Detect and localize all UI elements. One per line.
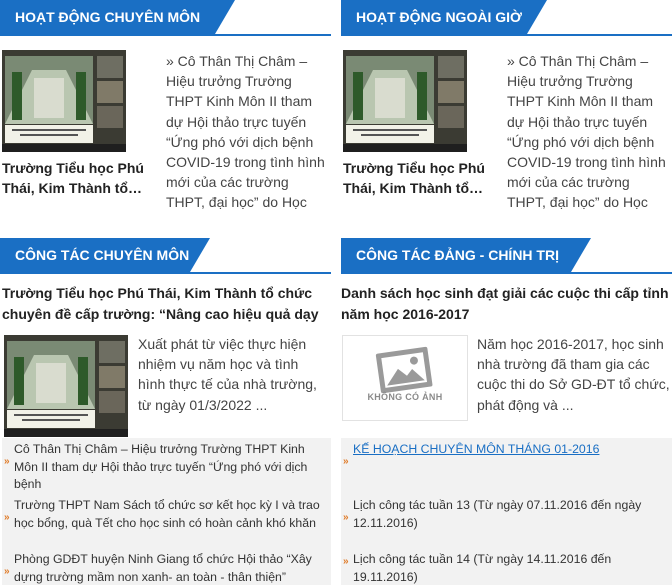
section-title-cong-tac-dang[interactable]: CÔNG TÁC ĐẢNG - CHÍNH TRỊ — [341, 238, 591, 272]
no-image-placeholder[interactable]: KHÔNG CÓ ẢNH — [342, 335, 468, 421]
feature-title[interactable]: Trường Tiểu học Phú Thái, Kim Thành tổ… — [343, 158, 503, 198]
list-item-link[interactable]: KẾ HOẠCH CHUYÊN MÔN THÁNG 01-2016 — [353, 442, 599, 456]
feature-description: » Cô Thân Thị Châm – Hiệu trưởng Trường … — [507, 53, 666, 211]
list-item[interactable]: » Trường THPT Nam Sách tổ chức sơ kết họ… — [2, 497, 331, 532]
section-hd-ngoai-gio: HOẠT ĐỘNG NGOÀI GIỜ Trường Tiểu học Phú … — [341, 0, 672, 230]
list-item-text[interactable]: Cô Thân Thị Châm – Hiệu trưởng Trường TH… — [14, 442, 307, 491]
headline[interactable]: Trường Tiểu học Phú Thái, Kim Thành tổ c… — [2, 283, 331, 325]
picture-icon — [375, 346, 433, 394]
arrow-icon: » — [4, 512, 10, 523]
list-item[interactable]: » KẾ HOẠCH CHUYÊN MÔN THÁNG 01-2016 — [341, 441, 672, 467]
section-hd-chuyen-mon: HOẠT ĐỘNG CHUYÊN MÔN Trường Tiểu học Phú… — [0, 0, 331, 230]
list-item-text[interactable]: Trường THPT Nam Sách tổ chức sơ kết học … — [14, 498, 320, 530]
list-item-text[interactable]: Lịch công tác tuần 13 (Từ ngày 07.11.201… — [353, 498, 641, 530]
list-item[interactable]: » Cô Thân Thị Châm – Hiệu trưởng Trường … — [2, 441, 331, 494]
section-title-hd-chuyen-mon[interactable]: HOẠT ĐỘNG CHUYÊN MÔN — [0, 0, 235, 34]
section-header: HOẠT ĐỘNG CHUYÊN MÔN — [0, 0, 331, 36]
list-item[interactable]: » Lịch công tác tuần 13 (Từ ngày 07.11.2… — [341, 497, 672, 532]
headline-description: Năm học 2016-2017, học sinh nhà trường đ… — [477, 336, 670, 413]
arrow-icon: » — [343, 512, 349, 523]
news-thumbnail[interactable] — [2, 50, 126, 152]
news-thumbnail[interactable] — [4, 335, 128, 437]
list-item-text[interactable]: Phòng GDĐT huyện Ninh Giang tổ chức Hội … — [14, 552, 312, 584]
section-header: CÔNG TÁC CHUYÊN MÔN — [0, 238, 331, 274]
headline-description: Xuất phát từ việc thực hiện nhiệm vụ năm… — [138, 336, 317, 413]
section-title-cong-tac-chuyen-mon[interactable]: CÔNG TÁC CHUYÊN MÔN — [0, 238, 210, 272]
section-header: HOẠT ĐỘNG NGOÀI GIỜ — [341, 0, 672, 36]
section-header: CÔNG TÁC ĐẢNG - CHÍNH TRỊ — [341, 238, 672, 274]
list-item[interactable]: » Phòng GDĐT huyện Ninh Giang tổ chức Hộ… — [2, 551, 331, 585]
arrow-icon: » — [4, 566, 10, 577]
arrow-icon: » — [343, 456, 349, 467]
arrow-icon: » — [4, 456, 10, 467]
news-list: » Cô Thân Thị Châm – Hiệu trưởng Trường … — [2, 438, 331, 585]
section-cong-tac-chuyen-mon: CÔNG TÁC CHUYÊN MÔN Trường Tiểu học Phú … — [0, 238, 331, 585]
feature-title[interactable]: Trường Tiểu học Phú Thái, Kim Thành tổ… — [2, 158, 162, 198]
news-thumbnail[interactable] — [343, 50, 467, 152]
list-item-text[interactable]: Lịch công tác tuần 14 (Từ ngày 14.11.201… — [353, 552, 611, 584]
arrow-icon: » — [343, 556, 349, 567]
feature-description: » Cô Thân Thị Châm – Hiệu trưởng Trường … — [166, 53, 325, 211]
section-cong-tac-dang: CÔNG TÁC ĐẢNG - CHÍNH TRỊ Danh sách học … — [341, 238, 672, 585]
headline[interactable]: Danh sách học sinh đạt giải các cuộc thi… — [341, 283, 672, 325]
section-title-hd-ngoai-gio[interactable]: HOẠT ĐỘNG NGOÀI GIỜ — [341, 0, 547, 34]
list-item[interactable]: » Lịch công tác tuần 14 (Từ ngày 14.11.2… — [341, 551, 672, 585]
no-image-label: KHÔNG CÓ ẢNH — [367, 392, 443, 402]
news-list: » KẾ HOẠCH CHUYÊN MÔN THÁNG 01-2016 » Lị… — [341, 438, 672, 585]
